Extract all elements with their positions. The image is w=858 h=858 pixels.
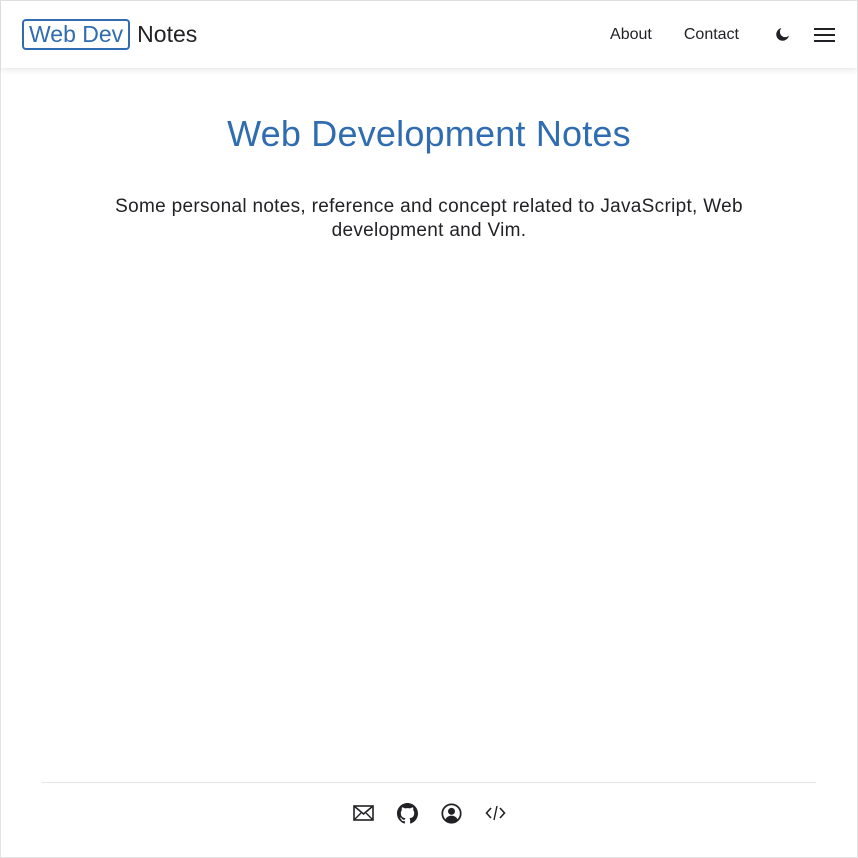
mail-link[interactable] <box>352 802 374 824</box>
hamburger-menu-icon <box>813 27 835 42</box>
logo-box: Web Dev <box>22 19 131 50</box>
profile-link[interactable] <box>440 802 462 824</box>
hero-section: Web Development Notes Some personal note… <box>1 113 857 243</box>
page-title: Web Development Notes <box>227 113 631 154</box>
source-code-link[interactable] <box>484 802 506 824</box>
nav-link-about[interactable]: About <box>610 26 652 44</box>
github-icon <box>396 802 418 823</box>
code-icon <box>484 805 506 821</box>
menu-button[interactable] <box>813 24 835 46</box>
main-nav: About Contact <box>610 24 835 46</box>
footer-divider <box>42 782 816 783</box>
mail-icon <box>352 805 374 821</box>
nav-link-contact[interactable]: Contact <box>684 26 739 44</box>
user-circle-icon <box>440 802 462 824</box>
site-header: Web Dev Notes About Contact <box>1 1 857 68</box>
moon-icon <box>775 28 789 41</box>
logo-text: Notes <box>137 21 198 47</box>
page-description: Some personal notes, reference and conce… <box>115 196 743 241</box>
github-link[interactable] <box>396 802 418 824</box>
footer-social-links <box>1 802 857 824</box>
page: Web Dev Notes About Contact Web Developm… <box>0 0 858 858</box>
site-logo[interactable]: Web Dev Notes <box>22 19 197 50</box>
theme-toggle-button[interactable] <box>771 24 793 46</box>
